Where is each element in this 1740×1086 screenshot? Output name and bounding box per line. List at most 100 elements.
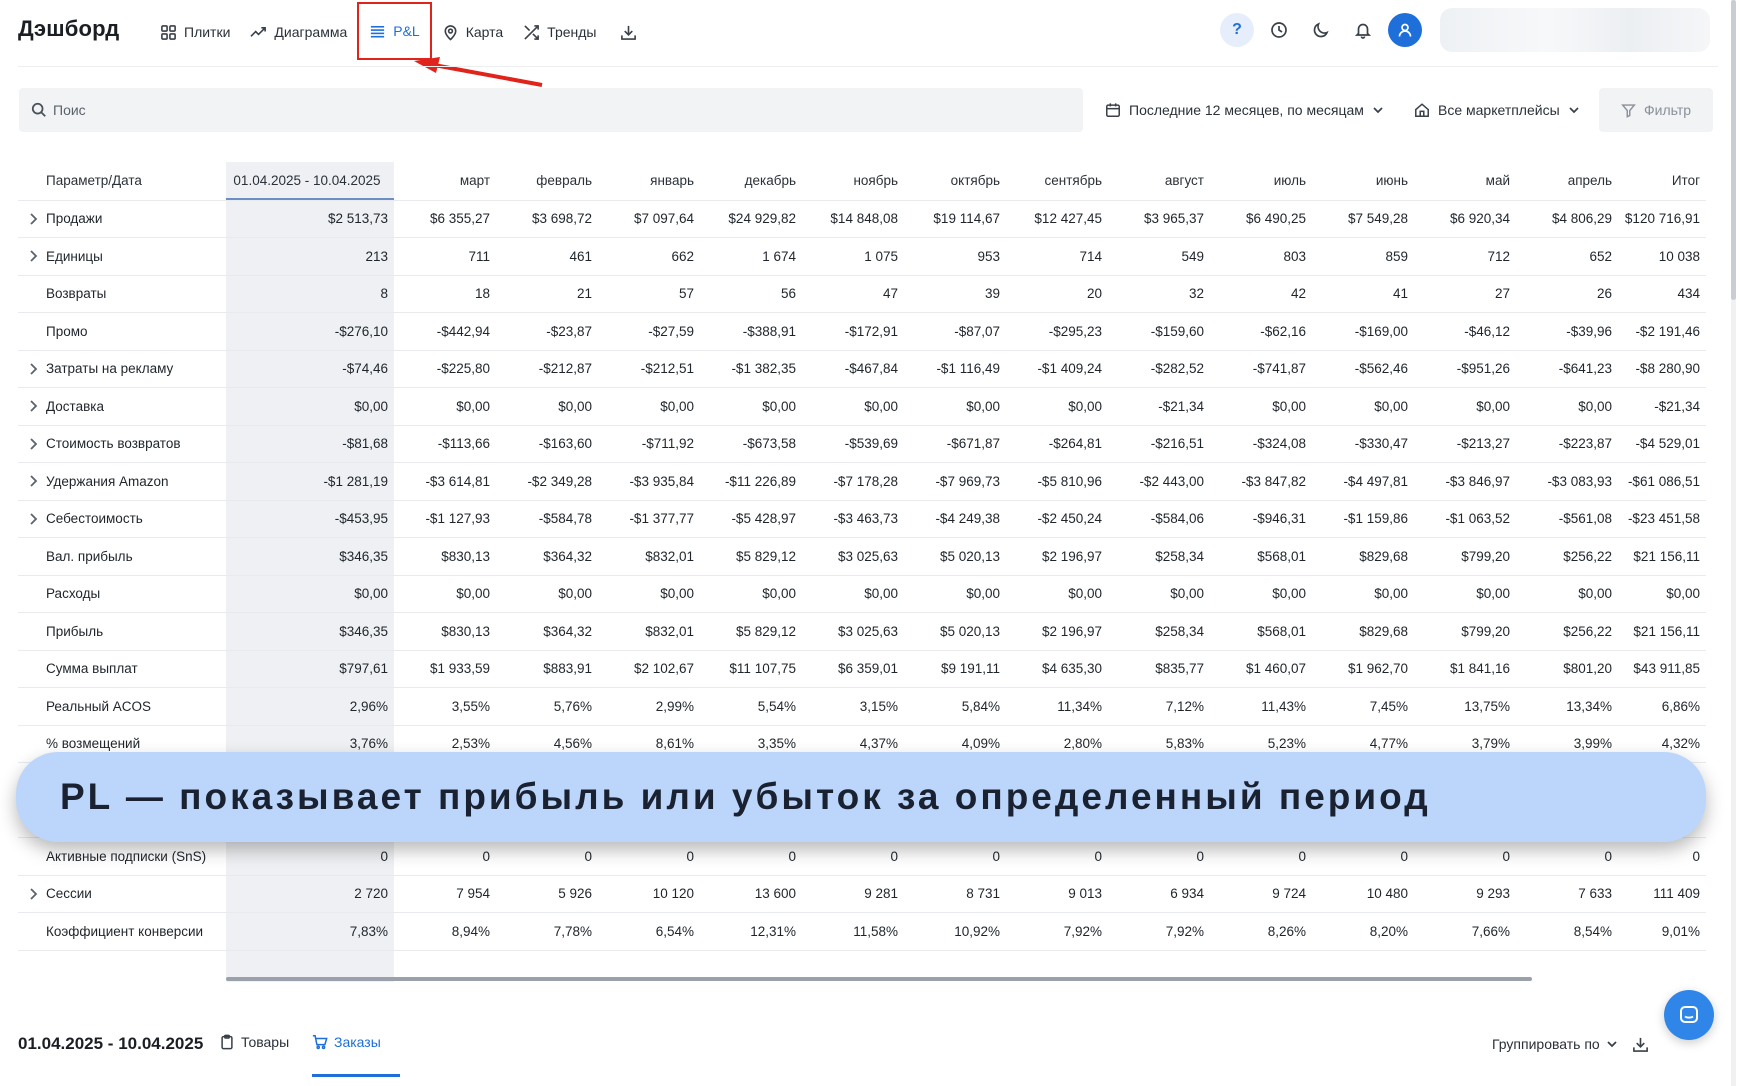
table-cell: 0 [1006, 837, 1108, 876]
row-label[interactable]: Доставка [18, 387, 226, 426]
table-row[interactable]: Затраты на рекламу -$74,46 -$225,80 -$212,8… [18, 350, 1706, 388]
help-button[interactable]: ? [1220, 13, 1254, 47]
column-header[interactable]: май [1414, 162, 1516, 201]
row-label[interactable]: Стоимость возвратов [18, 425, 226, 463]
column-header-parameter[interactable]: Параметр/Дата [18, 162, 226, 201]
table-row[interactable]: Сессии 2 720 7 954 5 926 10 120 13 600 9 281 8 … [18, 875, 1706, 913]
nav-tab-tiles[interactable]: Плитки [150, 8, 240, 56]
nav-tab-trends[interactable]: Тренды [513, 8, 606, 56]
orders-download-button[interactable] [1632, 1036, 1649, 1058]
table-cell: $256,22 [1516, 537, 1618, 576]
column-header[interactable]: июнь [1312, 162, 1414, 201]
column-header[interactable]: февраль [496, 162, 598, 201]
table-cell: -$21,34 [1618, 387, 1706, 426]
table-cell: 8,26% [1210, 912, 1312, 951]
column-header[interactable]: сентябрь [1006, 162, 1108, 201]
filter-button[interactable]: Фильтр [1599, 88, 1713, 132]
nav-tab-map[interactable]: Карта [432, 8, 513, 56]
page-scrollbar[interactable] [1731, 0, 1736, 1086]
table-cell: $3 698,72 [496, 200, 598, 238]
row-label-text: Сессии [46, 886, 92, 902]
row-label[interactable]: Сессии [18, 875, 226, 913]
row-label[interactable]: Себестоимость [18, 500, 226, 538]
table-cell: 11,34% [1006, 687, 1108, 726]
row-label-text: Вал. прибыль [46, 548, 133, 564]
expand-row-button[interactable] [28, 249, 38, 263]
table-horizontal-scrollbar[interactable] [226, 977, 1532, 981]
row-label[interactable]: Единицы [18, 237, 226, 276]
marketplace-select[interactable]: Все маркетплейсы [1414, 88, 1580, 132]
row-label-text: Прибыль [46, 623, 104, 639]
nav-tab-tiles-label: Плитки [184, 24, 231, 40]
table-cell: 9,01% [1618, 912, 1706, 951]
search-input[interactable] [53, 102, 953, 118]
table-cell: 3,55% [394, 687, 496, 726]
table-cell: $24 929,82 [700, 200, 802, 238]
tab-orders[interactable]: Заказы [312, 1034, 381, 1050]
table-cell: $0,00 [700, 575, 802, 613]
table-cell: 8 [226, 275, 394, 313]
nav-tab-chart[interactable]: Диаграмма [240, 8, 357, 56]
table-cell: -$3 614,81 [394, 462, 496, 501]
expand-row-button[interactable] [28, 212, 38, 226]
notifications-button[interactable] [1346, 13, 1380, 47]
caption-text: PL — показывает прибыль или убыток за оп… [60, 776, 1431, 817]
row-label[interactable]: Затраты на рекламу [18, 350, 226, 388]
table-cell: 3,15% [802, 687, 904, 726]
expand-row-button[interactable] [28, 512, 38, 526]
table-row[interactable]: Единицы 213 711 461 662 1 674 1 075 953 714 549 80… [18, 237, 1706, 276]
column-header-selected-period[interactable]: 01.04.2025 - 10.04.2025 [226, 162, 394, 201]
expand-row-button[interactable] [28, 437, 38, 451]
table-row[interactable]: Доставка $0,00 $0,00 $0,00 $0,00 $0,00 $0,00 $0… [18, 387, 1706, 426]
dark-mode-toggle[interactable] [1304, 13, 1338, 47]
row-label[interactable]: Продажи [18, 200, 226, 238]
column-header[interactable]: апрель [1516, 162, 1618, 201]
expand-row-button[interactable] [28, 399, 38, 413]
column-header[interactable]: август [1108, 162, 1210, 201]
chevron-right-icon [30, 250, 38, 262]
history-button[interactable] [1262, 13, 1296, 47]
search-box[interactable] [19, 88, 1083, 132]
table-row[interactable]: Удержания Amazon -$1 281,19 -$3 614,81 -$2 … [18, 462, 1706, 501]
table-cell: 0 [226, 837, 394, 876]
table-row[interactable]: Продажи $2 513,73 $6 355,27 $3 698,72 $7 097… [18, 200, 1706, 238]
column-header[interactable]: январь [598, 162, 700, 201]
chevron-right-icon [30, 212, 38, 225]
table-cell: $0,00 [598, 387, 700, 426]
table-row[interactable]: Себестоимость -$453,95 -$1 127,93 -$584,78-… [18, 500, 1706, 538]
table-cell: $0,00 [1006, 387, 1108, 426]
column-header[interactable]: декабрь [700, 162, 802, 201]
expand-row-button[interactable] [28, 887, 38, 901]
table-row[interactable]: Стоимость возвратов -$81,68 -$113,66 -$163,… [18, 425, 1706, 463]
column-header[interactable]: Итог [1618, 162, 1706, 201]
support-chat-button[interactable] [1664, 990, 1714, 1040]
row-label: Расходы [18, 575, 226, 613]
table-cell: $1 460,07 [1210, 650, 1312, 688]
user-info[interactable] [1440, 8, 1710, 52]
expand-row-button[interactable] [28, 474, 38, 488]
download-icon [621, 25, 637, 40]
table-cell: $364,32 [496, 537, 598, 576]
column-header[interactable]: июль [1210, 162, 1312, 201]
table-cell: $829,68 [1312, 537, 1414, 576]
expand-row-button[interactable] [28, 362, 38, 376]
table-cell: 7,92% [1006, 912, 1108, 951]
column-header[interactable]: ноябрь [802, 162, 904, 201]
group-by-select[interactable]: Группировать по [1492, 1036, 1618, 1052]
nav-tab-pl[interactable]: P&L [357, 2, 432, 60]
nav-tab-pl-label: P&L [393, 23, 420, 39]
table-cell: 5,84% [904, 687, 1006, 726]
export-button[interactable] [606, 8, 651, 56]
table-cell: -$5 810,96 [1006, 462, 1108, 501]
row-label[interactable]: Удержания Amazon [18, 462, 226, 501]
row-label-text: Удержания Amazon [46, 473, 169, 489]
table-cell: -$212,87 [496, 350, 598, 388]
period-select[interactable]: Последние 12 месяцев, по месяцам [1105, 88, 1384, 132]
column-header[interactable]: март [394, 162, 496, 201]
row-label: Сумма выплат [18, 650, 226, 688]
avatar[interactable] [1388, 13, 1422, 47]
table-cell: $364,32 [496, 612, 598, 651]
column-header[interactable]: октябрь [904, 162, 1006, 201]
tab-goods[interactable]: Товары [219, 1034, 289, 1050]
table-cell: -$113,66 [394, 425, 496, 463]
